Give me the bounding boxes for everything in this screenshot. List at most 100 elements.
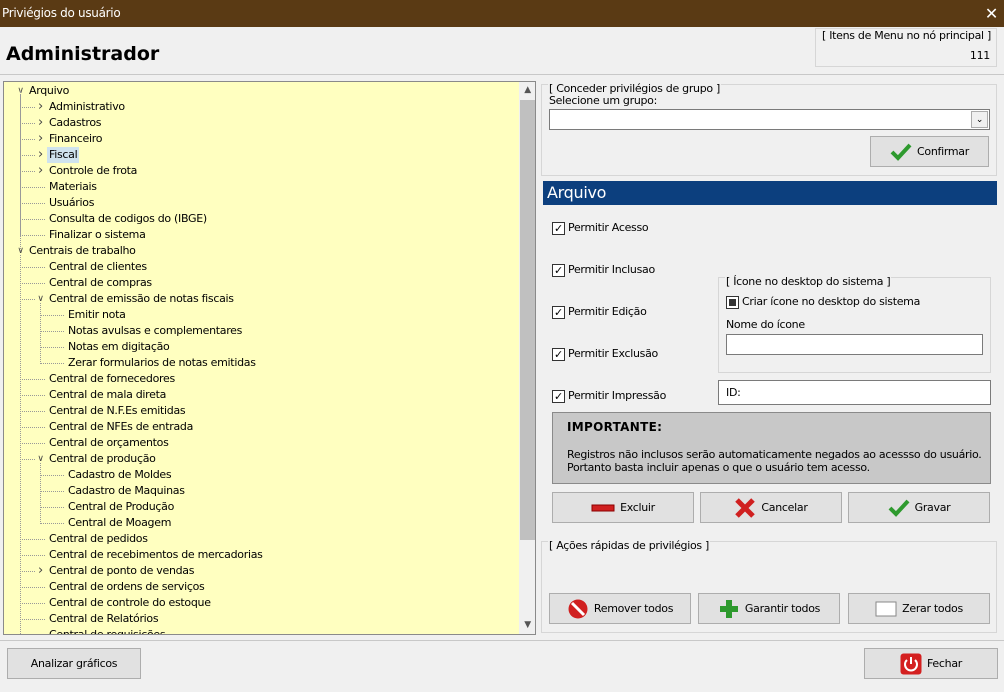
tree-item[interactable]: Central de Relatórios [4, 611, 516, 627]
tree-item[interactable]: Central de orçamentos [4, 435, 516, 451]
important-line-2: Portanto basta incluir apenas o que o us… [567, 461, 870, 474]
menu-items-count-box: [ Itens de Menu no nó principal ] 111 [815, 28, 997, 67]
tree-item[interactable]: Consulta de codigos do (IBGE) [4, 211, 516, 227]
checkbox-indeterminate-box[interactable] [726, 295, 739, 309]
tree-item[interactable]: › Central de ponto de vendas [4, 563, 516, 579]
grant-all-button[interactable]: Garantir todos [698, 593, 840, 624]
tree-connector [20, 219, 45, 220]
analyze-charts-label: Analizar gráficos [30, 657, 118, 670]
chevron-right-icon[interactable]: › [36, 563, 45, 579]
tree-item[interactable]: Finalizar o sistema [4, 227, 516, 243]
tree-connector [20, 187, 45, 188]
tree-item-label: Central de pedidos [49, 532, 148, 545]
tree-guide-line [40, 303, 41, 364]
chevron-right-icon[interactable]: › [36, 115, 45, 131]
tree-item[interactable]: Central de mala direta [4, 387, 516, 403]
tree-connector [40, 507, 64, 508]
id-input[interactable]: ID: [718, 380, 991, 405]
tree-item-label: Central de ponto de vendas [49, 564, 195, 577]
user-name-title: Administrador [6, 43, 160, 65]
permission-insert-checkbox[interactable]: ✓ Permitir Inclusao [552, 263, 655, 279]
tree-item[interactable]: Emitir nota [4, 307, 516, 323]
selected-node-header: Arquivo [543, 181, 997, 205]
checkbox-print-box[interactable]: ✓ [552, 389, 565, 403]
tree-item[interactable]: Cadastro de Moldes [4, 467, 516, 483]
delete-button[interactable]: Excluir [552, 492, 694, 523]
checkbox-edit-box[interactable]: ✓ [552, 305, 565, 319]
tree-item[interactable]: ∨ Central de produção [4, 451, 516, 467]
tree-item-label: Emitir nota [68, 308, 126, 321]
tree-item[interactable]: Zerar formularios de notas emitidas [4, 355, 516, 371]
important-line-1: Registros não inclusos serão automaticam… [567, 448, 982, 461]
tree-item[interactable]: Cadastro de Maquinas [4, 483, 516, 499]
tree-item[interactable]: Central de pedidos [4, 531, 516, 547]
permission-access-label: Permitir Acesso [568, 221, 649, 234]
tree-root-node[interactable]: ∨ Centrais de trabalho [4, 243, 516, 259]
chevron-down-icon[interactable]: ⌄ [971, 111, 988, 128]
tree-item-label: Central de emissão de notas fiscais [49, 292, 234, 305]
cancel-button[interactable]: Cancelar [700, 492, 842, 523]
tree-item[interactable]: Notas avulsas e complementares [4, 323, 516, 339]
tree-item[interactable]: Central de N.F.Es emitidas [4, 403, 516, 419]
confirm-button[interactable]: Confirmar [870, 136, 989, 167]
tree-item[interactable]: Central de fornecedores [4, 371, 516, 387]
tree-item[interactable]: Central de clientes [4, 259, 516, 275]
analyze-charts-button[interactable]: Analizar gráficos [7, 648, 141, 679]
tree-item[interactable]: Central de controle do estoque [4, 595, 516, 611]
checkbox-insert-box[interactable]: ✓ [552, 263, 565, 277]
tree-item-label: Consulta de codigos do (IBGE) [49, 212, 207, 225]
remove-all-button[interactable]: Remover todos [549, 593, 691, 624]
checkbox-delete-box[interactable]: ✓ [552, 347, 565, 361]
tree-item-label: Central de Moagem [68, 516, 172, 529]
chevron-right-icon[interactable]: › [36, 163, 45, 179]
scroll-down-icon[interactable]: ▼ [519, 617, 535, 634]
menu-tree[interactable]: Central de requisições Central de Relatór… [3, 81, 536, 635]
important-notice: IMPORTANTE: Registros não inclusos serão… [552, 412, 991, 484]
scroll-up-icon[interactable]: ▲ [519, 82, 535, 99]
menu-items-count: 111 [969, 49, 990, 62]
create-desktop-icon-checkbox[interactable]: Criar ícone no desktop do sistema [726, 295, 920, 311]
icon-name-input[interactable] [726, 334, 983, 355]
chevron-right-icon[interactable]: › [36, 131, 45, 147]
tree-item[interactable]: Usuários [4, 195, 516, 211]
tree-item[interactable]: Central de ordens de serviços [4, 579, 516, 595]
scroll-thumb[interactable] [520, 100, 535, 540]
clear-all-button[interactable]: Zerar todos [848, 593, 990, 624]
tree-item[interactable]: Notas em digitação [4, 339, 516, 355]
window-title: Priviégios do usuário [2, 6, 121, 20]
tree-item[interactable]: Central de requisições [4, 627, 516, 634]
tree-item[interactable]: › Fiscal [4, 147, 516, 163]
permission-edit-checkbox[interactable]: ✓ Permitir Edição [552, 305, 647, 321]
tree-item[interactable]: Central de Produção [4, 499, 516, 515]
tree-item[interactable]: › Administrativo [4, 99, 516, 115]
tree-item[interactable]: › Cadastros [4, 115, 516, 131]
group-select[interactable]: ⌄ [549, 109, 990, 130]
tree-scrollbar[interactable]: ▲ ▼ [519, 82, 535, 634]
tree-item[interactable]: Central de NFEs de entrada [4, 419, 516, 435]
tree-item[interactable]: › Financeiro [4, 131, 516, 147]
tree-item[interactable]: Central de compras [4, 275, 516, 291]
tree-item[interactable]: Materiais [4, 179, 516, 195]
save-label: Gravar [914, 501, 951, 514]
permission-access-checkbox[interactable]: ✓ Permitir Acesso [552, 221, 649, 237]
close-button[interactable]: Fechar [864, 648, 998, 679]
tree-item[interactable]: ∨ Central de emissão de notas fiscais [4, 291, 516, 307]
chevron-right-icon[interactable]: › [36, 99, 45, 115]
chevron-right-icon[interactable]: › [36, 147, 45, 163]
checkbox-access-box[interactable]: ✓ [552, 221, 565, 235]
tree-connector [40, 315, 64, 316]
tree-connector [20, 539, 45, 540]
close-icon[interactable]: ✕ [985, 0, 998, 27]
tree-item[interactable]: Central de recebimentos de mercadorias [4, 547, 516, 563]
tree-item-label: Administrativo [49, 100, 125, 113]
tree-root-node[interactable]: ∨ Arquivo [4, 83, 516, 99]
tree-item-label: Arquivo [29, 84, 70, 97]
tree-item[interactable]: Central de Moagem [4, 515, 516, 531]
tree-item[interactable]: › Controle de frota [4, 163, 516, 179]
desktop-icon-caption: [ Ícone no desktop do sistema ] [725, 275, 892, 288]
cancel-label: Cancelar [761, 501, 808, 514]
permission-print-checkbox[interactable]: ✓ Permitir Impressão [552, 389, 666, 405]
permission-delete-checkbox[interactable]: ✓ Permitir Exclusão [552, 347, 658, 363]
tree-item-label: Centrais de trabalho [29, 244, 136, 257]
save-button[interactable]: Gravar [848, 492, 990, 523]
